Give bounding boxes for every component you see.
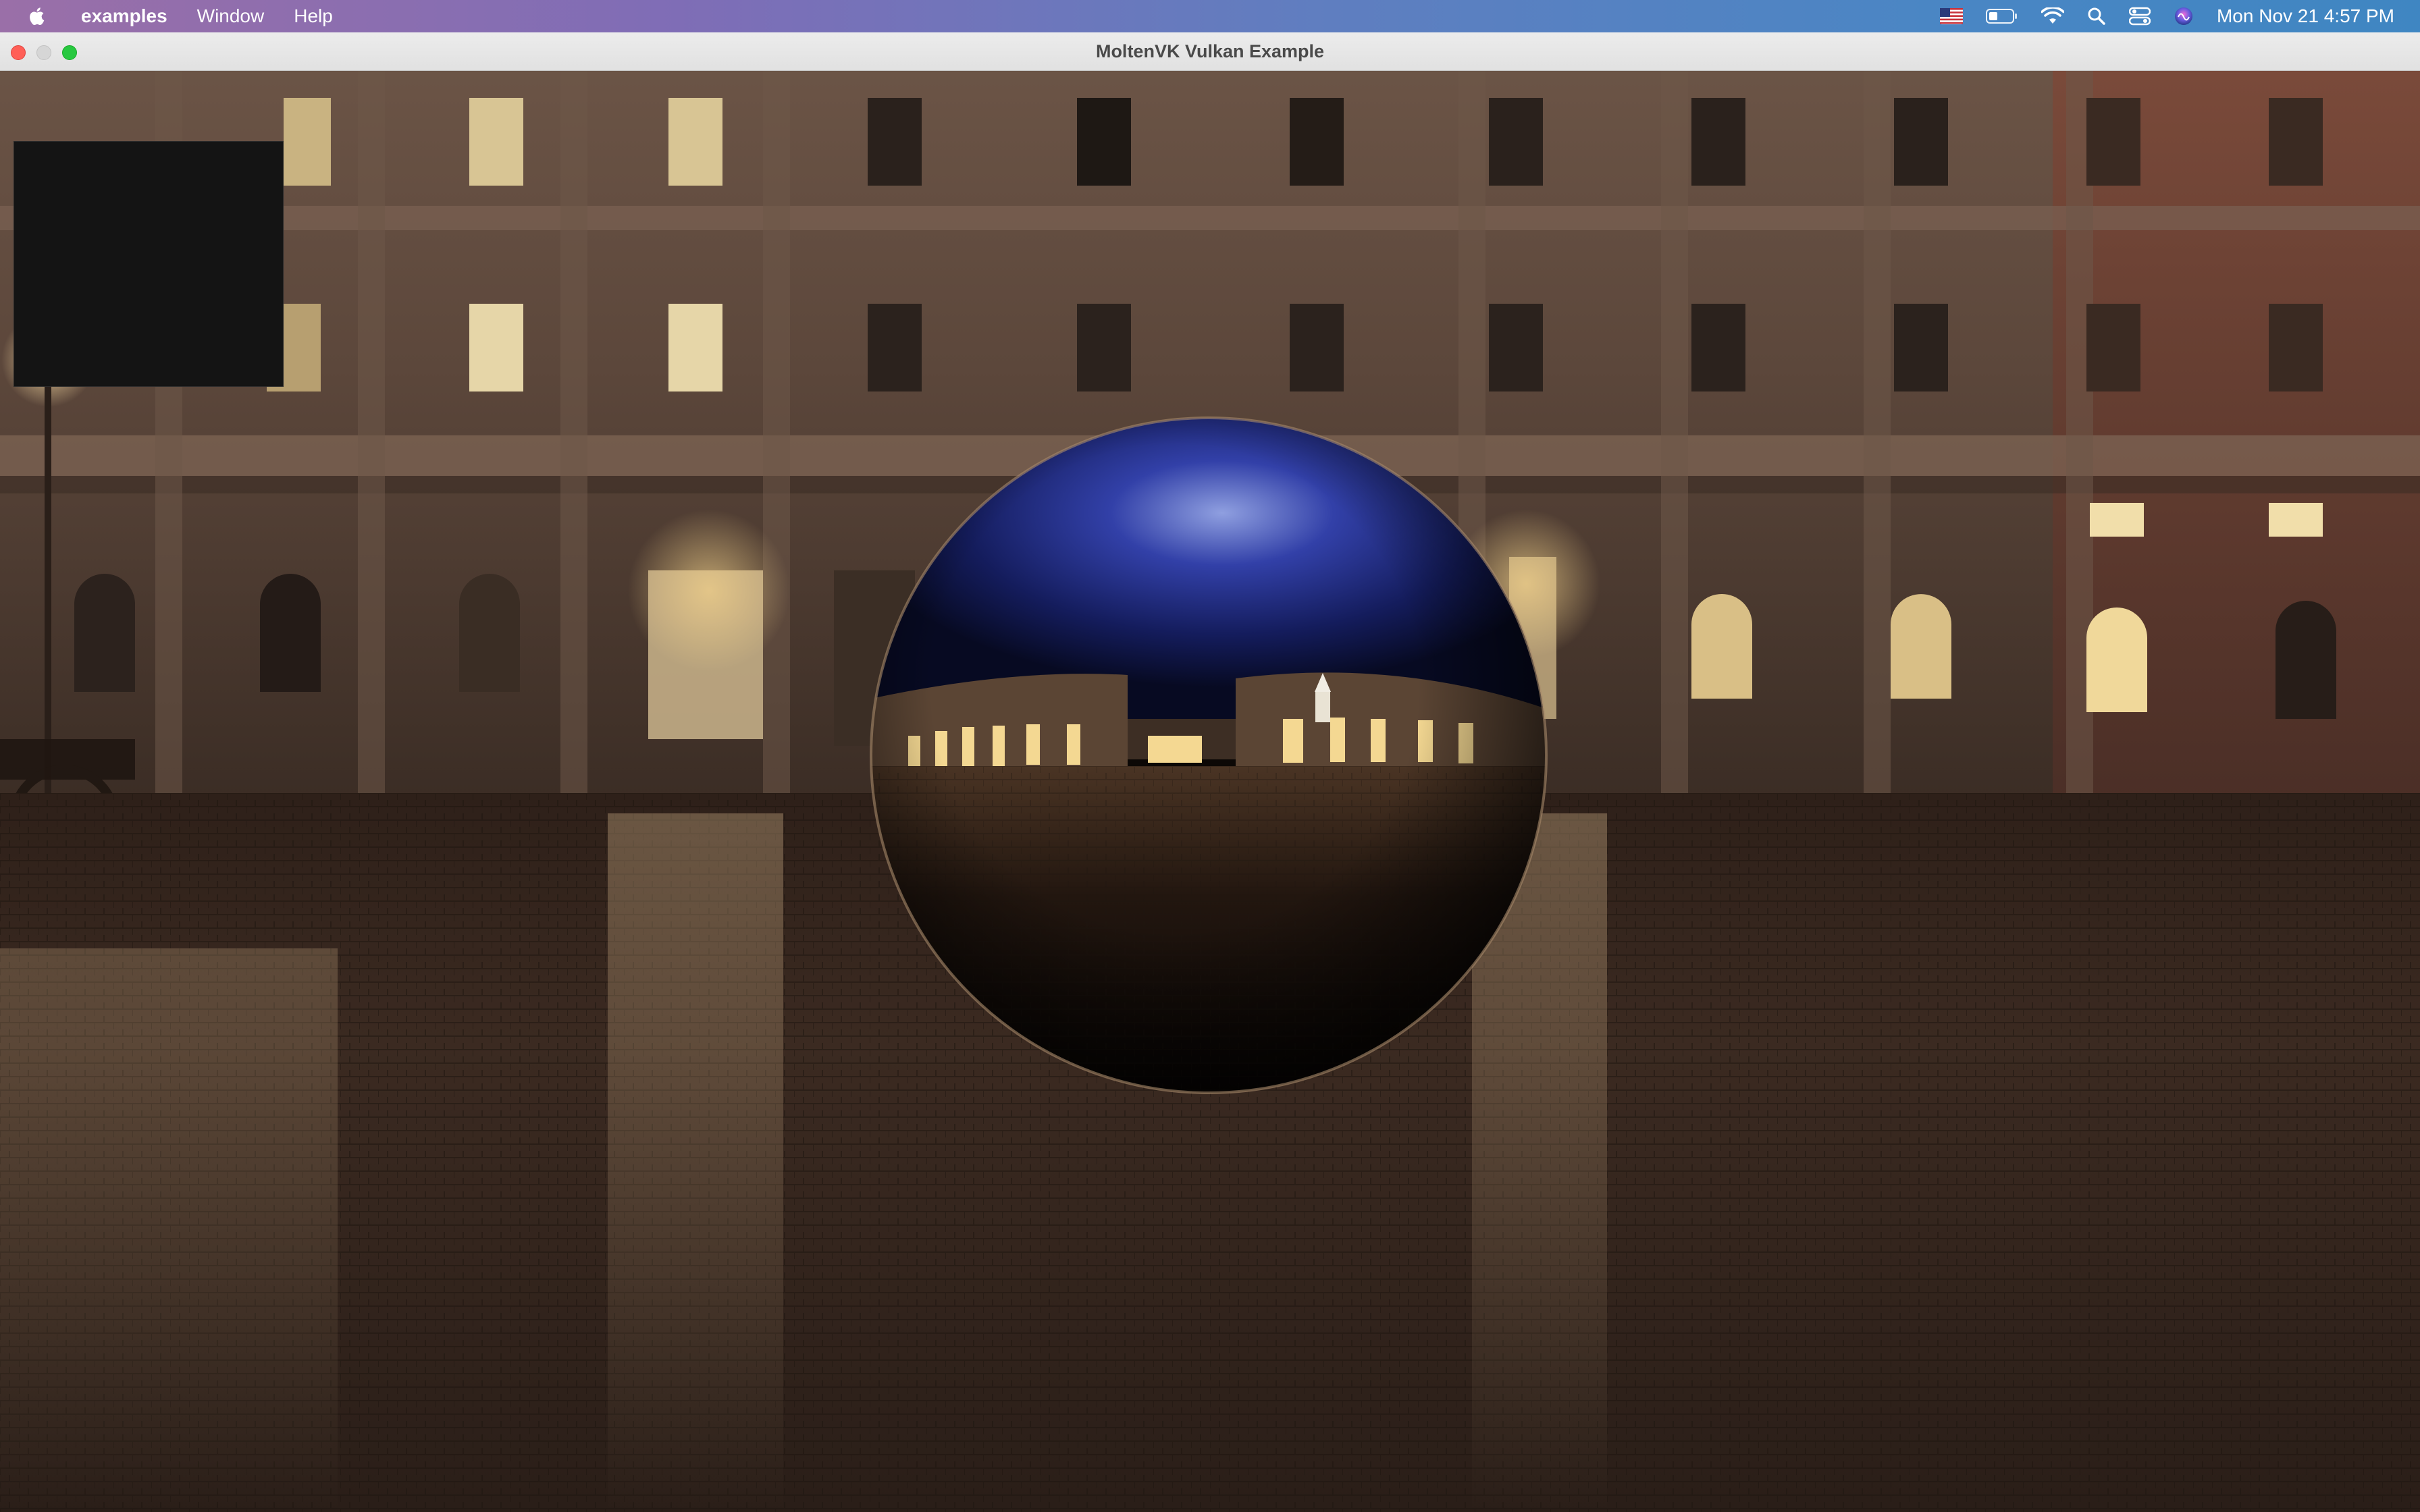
window-minimize-button[interactable] bbox=[36, 45, 51, 60]
menu-item-window[interactable]: Window bbox=[182, 0, 280, 32]
spotlight-search-icon[interactable] bbox=[2087, 0, 2106, 32]
menu-item-help[interactable]: Help bbox=[279, 0, 348, 32]
control-center-icon[interactable] bbox=[2128, 0, 2151, 32]
reflective-sphere bbox=[871, 418, 1546, 1093]
window-title: MoltenVK Vulkan Example bbox=[1095, 40, 1325, 61]
battery-icon[interactable] bbox=[1985, 0, 2018, 32]
menu-item-examples[interactable]: examples bbox=[66, 0, 182, 32]
wifi-icon[interactable] bbox=[2041, 0, 2064, 32]
overlay-ui-panel[interactable] bbox=[14, 141, 284, 387]
menu-bar-status-area: Mon Nov 21 4:57 PM bbox=[1939, 0, 2394, 32]
apple-logo-icon[interactable] bbox=[27, 5, 46, 27]
menu-bar: examples Window Help Mon Nov 21 4:57 PM bbox=[0, 0, 2420, 32]
window-close-button[interactable] bbox=[11, 45, 26, 60]
menu-bar-left: examples Window Help bbox=[0, 0, 348, 32]
window-zoom-button[interactable] bbox=[62, 45, 77, 60]
siri-icon[interactable] bbox=[2174, 0, 2194, 32]
menu-bar-clock[interactable]: Mon Nov 21 4:57 PM bbox=[2217, 0, 2394, 32]
vulkan-render-viewport[interactable] bbox=[0, 71, 2420, 1512]
window-controls bbox=[11, 45, 77, 60]
us-flag-input-icon[interactable] bbox=[1939, 0, 1963, 32]
window-title-bar: MoltenVK Vulkan Example bbox=[0, 32, 2420, 71]
scene-render bbox=[0, 71, 2420, 1512]
